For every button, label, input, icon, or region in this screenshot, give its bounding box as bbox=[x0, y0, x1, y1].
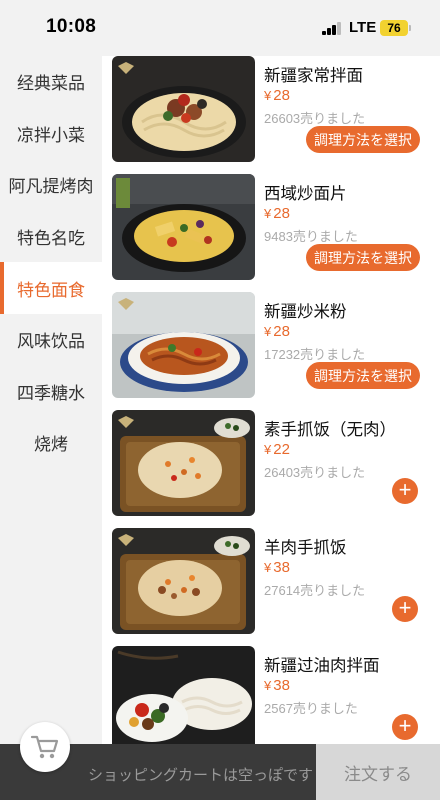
product-image[interactable] bbox=[112, 292, 255, 398]
category-item-mianshi[interactable]: 特色面食 bbox=[0, 262, 102, 314]
currency-symbol: ¥ bbox=[264, 678, 272, 693]
checkout-button[interactable]: 注文する bbox=[316, 744, 440, 800]
category-sidebar: 经典菜品 凉拌小菜 阿凡提烤肉 特色名吃 特色面食 风味饮品 四季糖水 烧烤 bbox=[0, 56, 102, 744]
currency-symbol: ¥ bbox=[264, 442, 272, 457]
category-label: 阿凡提烤肉 bbox=[8, 177, 94, 197]
plus-icon: + bbox=[398, 477, 412, 502]
price-value: 38 bbox=[273, 677, 290, 694]
plus-icon: + bbox=[398, 713, 412, 738]
product-item[interactable]: 羊肉手抓饭 ¥38 27614売りました + bbox=[110, 528, 432, 636]
product-image[interactable] bbox=[112, 174, 255, 280]
category-label: 特色面食 bbox=[17, 280, 85, 300]
price-value: 28 bbox=[273, 205, 290, 222]
product-name: 新疆过油肉拌面 bbox=[264, 657, 380, 675]
product-item[interactable]: 新疆家常拌面 ¥28 26603売りました 調理方法を選択 bbox=[110, 56, 432, 164]
price-value: 28 bbox=[273, 87, 290, 104]
signal-icon bbox=[322, 22, 342, 35]
currency-symbol: ¥ bbox=[264, 560, 272, 575]
price-value: 22 bbox=[273, 441, 290, 458]
product-price: ¥38 bbox=[264, 559, 290, 576]
sold-count: 26603売りました bbox=[264, 111, 366, 126]
category-item-afanti[interactable]: 阿凡提烤肉 bbox=[0, 159, 102, 211]
category-label: 特色名吃 bbox=[17, 229, 85, 249]
category-label: 四季糖水 bbox=[17, 383, 85, 403]
product-name: 羊肉手抓饭 bbox=[264, 539, 347, 557]
product-name: 素手抓饭（无肉） bbox=[264, 421, 396, 439]
battery-icon: 76 bbox=[380, 20, 408, 36]
status-bar: 10:08 LTE 76 bbox=[0, 0, 440, 56]
sold-count: 17232売りました bbox=[264, 347, 366, 362]
price-value: 38 bbox=[273, 559, 290, 576]
category-item-liangban[interactable]: 凉拌小菜 bbox=[0, 108, 102, 160]
currency-symbol: ¥ bbox=[264, 206, 272, 221]
product-image[interactable] bbox=[112, 646, 255, 744]
sold-count: 27614売りました bbox=[264, 583, 366, 598]
plus-icon: + bbox=[398, 595, 412, 620]
product-image[interactable] bbox=[112, 410, 255, 516]
product-item[interactable]: 西域炒面片 ¥28 9483売りました 調理方法を選択 bbox=[110, 174, 432, 282]
price-value: 28 bbox=[273, 323, 290, 340]
select-cooking-method-button[interactable]: 調理方法を選択 bbox=[306, 362, 420, 389]
product-price: ¥22 bbox=[264, 441, 290, 458]
category-label: 经典菜品 bbox=[17, 74, 85, 94]
add-to-cart-button[interactable]: + bbox=[392, 478, 418, 504]
status-time: 10:08 bbox=[46, 16, 97, 37]
product-price: ¥28 bbox=[264, 323, 290, 340]
product-list[interactable]: 新疆家常拌面 ¥28 26603売りました 調理方法を選択 西域炒面片 ¥28 … bbox=[102, 56, 440, 744]
category-item-jingdian[interactable]: 经典菜品 bbox=[0, 56, 102, 108]
product-name: 新疆炒米粉 bbox=[264, 303, 347, 321]
product-item[interactable]: 素手抓饭（无肉） ¥22 26403売りました + bbox=[110, 410, 432, 518]
select-cooking-method-button[interactable]: 調理方法を選択 bbox=[306, 244, 420, 271]
category-item-tangshui[interactable]: 四季糖水 bbox=[0, 366, 102, 418]
product-price: ¥38 bbox=[264, 677, 290, 694]
network-label: LTE bbox=[349, 19, 377, 36]
category-label: 烧烤 bbox=[34, 435, 68, 455]
cart-button[interactable] bbox=[20, 722, 70, 772]
sold-count: 2567売りました bbox=[264, 701, 358, 716]
battery-tip bbox=[409, 25, 411, 31]
currency-symbol: ¥ bbox=[264, 88, 272, 103]
product-price: ¥28 bbox=[264, 87, 290, 104]
category-item-mingchi[interactable]: 特色名吃 bbox=[0, 211, 102, 263]
shopping-cart-icon bbox=[30, 735, 59, 759]
product-image[interactable] bbox=[112, 528, 255, 634]
cart-empty-message: ショッピングカートは空っぽです bbox=[88, 767, 314, 784]
product-item[interactable]: 新疆过油肉拌面 ¥38 2567売りました + bbox=[110, 646, 432, 744]
product-price: ¥28 bbox=[264, 205, 290, 222]
category-item-yinpin[interactable]: 风味饮品 bbox=[0, 314, 102, 366]
add-to-cart-button[interactable]: + bbox=[392, 596, 418, 622]
category-label: 凉拌小菜 bbox=[17, 125, 85, 145]
add-to-cart-button[interactable]: + bbox=[392, 714, 418, 740]
category-label: 风味饮品 bbox=[17, 332, 85, 352]
sold-count: 26403売りました bbox=[264, 465, 366, 480]
product-image[interactable] bbox=[112, 56, 255, 162]
sold-count: 9483売りました bbox=[264, 229, 358, 244]
select-cooking-method-button[interactable]: 調理方法を選択 bbox=[306, 126, 420, 153]
product-item[interactable]: 新疆炒米粉 ¥28 17232売りました 調理方法を選択 bbox=[110, 292, 432, 400]
category-item-shaokao[interactable]: 烧烤 bbox=[0, 417, 102, 469]
product-name: 新疆家常拌面 bbox=[264, 67, 363, 85]
currency-symbol: ¥ bbox=[264, 324, 272, 339]
product-name: 西域炒面片 bbox=[264, 185, 347, 203]
